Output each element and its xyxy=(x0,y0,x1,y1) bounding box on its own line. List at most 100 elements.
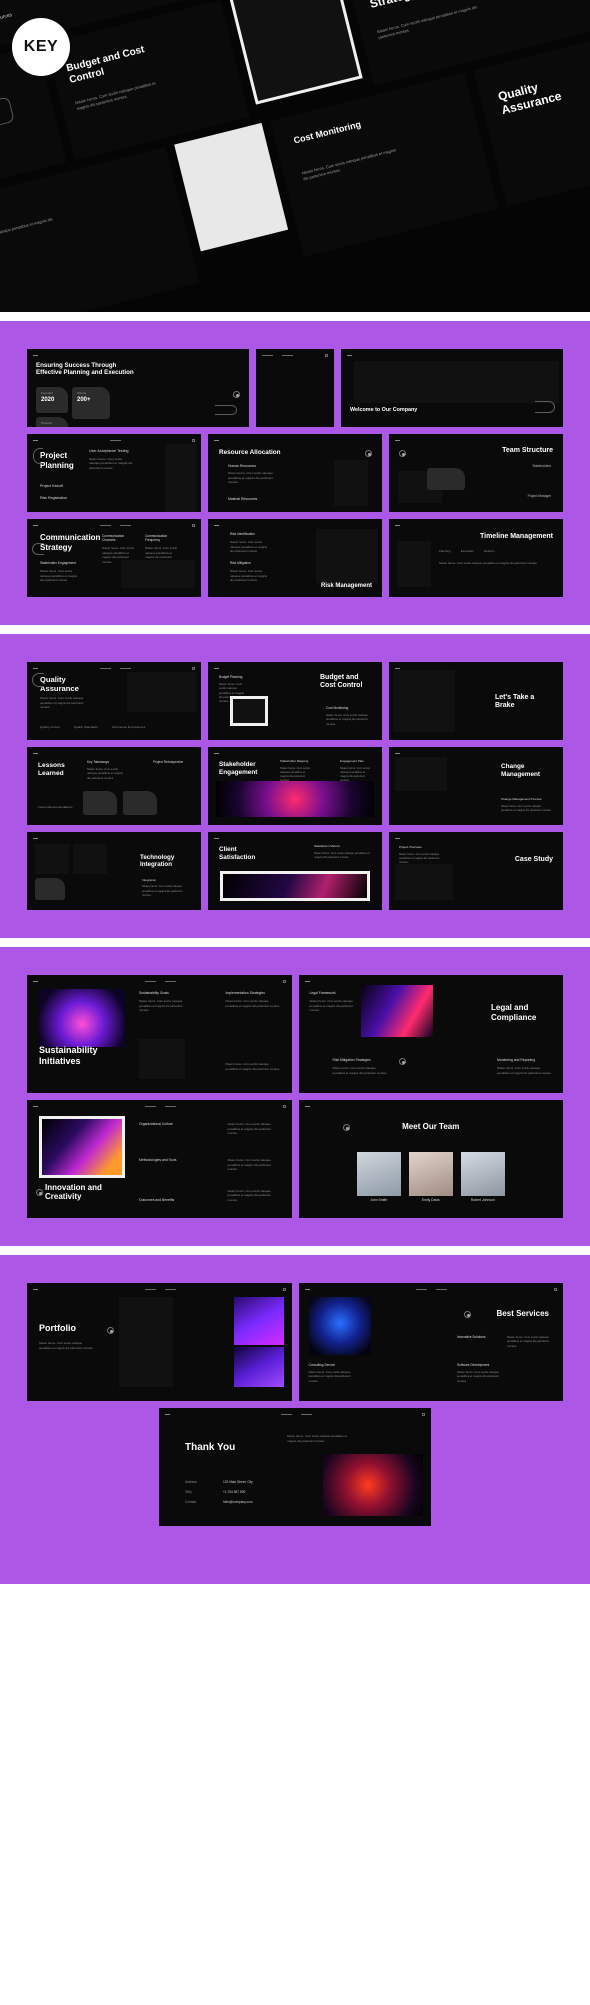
slide-client-satisfaction[interactable]: Client Satisfaction Satisfaction Metrics… xyxy=(208,832,382,910)
slide-title: Sustainability Initiatives xyxy=(39,1045,98,1067)
slide-budget-cost-control[interactable]: Budget Planning Nisam heros. Cum sociis … xyxy=(208,662,382,740)
slide-title: Legal and Compliance xyxy=(491,1003,537,1022)
stat-label: Founded xyxy=(41,391,53,395)
dash-icon xyxy=(395,838,400,839)
dash-icon xyxy=(304,1106,310,1107)
stat-card: Projects50+ xyxy=(36,417,68,427)
grid-row: Thank You Nisam heros. Cum sociis natoqu… xyxy=(27,1408,563,1526)
slide-case-study[interactable]: Case Study Project Overview Nisam heros.… xyxy=(389,832,563,910)
slide-doc xyxy=(397,541,431,587)
slide-lets-take-a-brake[interactable]: Let's Take a Brake xyxy=(389,662,563,740)
dash-icon xyxy=(214,753,219,754)
slide-team-structure[interactable]: Team Structure Stakeholders Project Mana… xyxy=(389,434,563,512)
grid-row: Quality Assurance Nisam heros. Cum socii… xyxy=(27,662,563,740)
slide-grid-1: Ensuring Success Through Effective Plann… xyxy=(0,321,590,625)
slide-innovation-creativity[interactable]: Innovation and Creativity Organizational… xyxy=(27,1100,292,1218)
item-body: Nisam heros. Cum sociis natoque penatibu… xyxy=(228,471,274,485)
slide-quality-assurance[interactable]: Quality Assurance Nisam heros. Cum socii… xyxy=(27,662,201,740)
slide-meet-our-team[interactable]: Meet Our Team John Smith Emily Davis Rob… xyxy=(298,1100,563,1218)
slide-vr-cover[interactable] xyxy=(256,349,334,427)
slide-communication-strategy[interactable]: Communication Strategy Communication Cha… xyxy=(27,519,201,597)
slide-best-services[interactable]: Best Services Innovative Solutions Nisam… xyxy=(298,1283,563,1401)
slide-timeline-management[interactable]: Timeline Management Planning Execution D… xyxy=(389,519,563,597)
grid-row: Innovation and Creativity Organizational… xyxy=(27,1100,563,1218)
mini-label-icon xyxy=(416,1289,428,1290)
slide-technology-integration[interactable]: Technology Integration Integration Nisam… xyxy=(27,832,201,910)
slide-sustainability-initiatives[interactable]: Sustainability Initiatives Sustainabilit… xyxy=(27,975,292,1093)
hero-body: Nisam heros. Cum sociis natoque penatibu… xyxy=(74,80,157,112)
stat-card xyxy=(427,468,465,490)
item-body: Nisam heros. Cum sociis natoque penatibu… xyxy=(332,1066,387,1075)
key-badge: KEY xyxy=(12,18,70,76)
hero-title-cost: Cost Monitoring xyxy=(292,119,362,146)
slide-photo xyxy=(395,864,453,900)
slide-photo xyxy=(119,1297,173,1387)
mini-label-icon xyxy=(144,1106,156,1107)
slide-photo xyxy=(316,529,378,583)
slide-photo xyxy=(220,871,370,901)
item-label: Monitoring and Reporting xyxy=(497,1057,536,1062)
slide-title: Quality Assurance xyxy=(40,675,79,694)
menu-icon xyxy=(325,354,328,357)
slide-stakeholder-engagement[interactable]: Stakeholder Engagement Stakeholder Mappi… xyxy=(208,747,382,825)
item-label: Sustainability Goals xyxy=(139,991,169,995)
contact-row: Address 123 Main Street, City xyxy=(185,1480,281,1484)
section-separator xyxy=(0,1246,590,1255)
slide-lessons-learned[interactable]: Lessons Learned Key Takeaways Nisam hero… xyxy=(27,747,201,825)
section-3: Sustainability Initiatives Sustainabilit… xyxy=(0,947,590,1246)
item-body: Nisam heros. Cum sociis natoque penatibu… xyxy=(40,569,78,583)
slide-risk-management[interactable]: Risk Identification Nisam heros. Cum soc… xyxy=(208,519,382,597)
menu-icon xyxy=(554,1288,557,1291)
item-body: Nisam heros. Cum sociis natoque penatibu… xyxy=(501,804,552,812)
stat-card xyxy=(123,791,157,815)
slide-title: Thank You xyxy=(185,1442,236,1453)
slide-title: Project Planning xyxy=(40,451,74,470)
slide-portfolio[interactable]: Portfolio Nisam heros. Cum sociis natoqu… xyxy=(27,1283,292,1401)
item-label: Risk Mitigation Strategies xyxy=(332,1057,371,1062)
item-label: Stakeholder Mapping xyxy=(280,759,309,763)
slide-grid-3: Sustainability Initiatives Sustainabilit… xyxy=(0,947,590,1246)
section-separator xyxy=(0,938,590,947)
item-label: Software Development xyxy=(457,1362,490,1367)
menu-icon xyxy=(282,1288,286,1291)
section-separator xyxy=(0,625,590,634)
slide-welcome-company[interactable]: Welcome to Our Company xyxy=(341,349,563,427)
hero-slide-framed-photo[interactable] xyxy=(229,0,363,105)
item-body: Nisam heros. Cum sociis natoque penatibu… xyxy=(309,999,353,1013)
team-member[interactable]: Emily Davis xyxy=(408,1152,453,1202)
slide-title: Change Management xyxy=(501,763,541,778)
slide-photo xyxy=(39,1116,125,1178)
key-badge-label: KEY xyxy=(23,38,59,55)
grid-row: Portfolio Nisam heros. Cum sociis natoqu… xyxy=(27,1283,563,1401)
slide-ensuring-success[interactable]: Ensuring Success Through Effective Plann… xyxy=(27,349,249,427)
hero-slide-white-card[interactable] xyxy=(174,122,289,252)
slide-thank-you[interactable]: Thank You Nisam heros. Cum sociis natoqu… xyxy=(159,1408,431,1526)
slide-legal-compliance[interactable]: Legal Framework Nisam heros. Cum sociis … xyxy=(298,975,563,1093)
slide-title: Case Study xyxy=(514,856,553,863)
avatar xyxy=(408,1152,453,1196)
slide-change-management[interactable]: Change Management Change Management Proc… xyxy=(389,747,563,825)
contact-label: Address xyxy=(185,1480,197,1484)
hook-decor-icon xyxy=(215,405,237,415)
contact-value: hello@company.com xyxy=(223,1500,253,1504)
item-label: Planning xyxy=(439,549,451,553)
slide-resource-allocation[interactable]: Resource Allocation Human Resources Nisa… xyxy=(208,434,382,512)
mini-label-icon xyxy=(436,1289,448,1290)
team-member[interactable]: John Smith xyxy=(356,1152,401,1202)
hero-title-budget: Budget and Cost Control xyxy=(65,44,146,86)
mini-label-icon xyxy=(280,1414,292,1415)
hero-sub-material: Material Resources xyxy=(0,12,13,28)
slide-project-planning[interactable]: Project Planning User Acceptance Testing… xyxy=(27,434,201,512)
target-icon xyxy=(342,1124,350,1131)
dash-icon xyxy=(304,981,310,982)
item-label: Future Recommendations xyxy=(38,804,73,809)
contact-label: Tellp xyxy=(185,1490,192,1494)
stat-card: Clients 200+ xyxy=(72,387,110,419)
hook-decor-icon xyxy=(0,96,15,130)
item-label: Project Retrospective xyxy=(153,760,184,764)
hero-slide-stakeholders[interactable]: Stakeholders Nisam heros. Cum sociis nat… xyxy=(0,146,200,312)
avatar xyxy=(356,1152,401,1196)
item-body: Nisam heros. Cum sociis natoque penatibu… xyxy=(39,1341,94,1350)
item-label: Key Takeaways xyxy=(87,760,110,764)
team-member[interactable]: Robert Johnson xyxy=(460,1152,505,1202)
